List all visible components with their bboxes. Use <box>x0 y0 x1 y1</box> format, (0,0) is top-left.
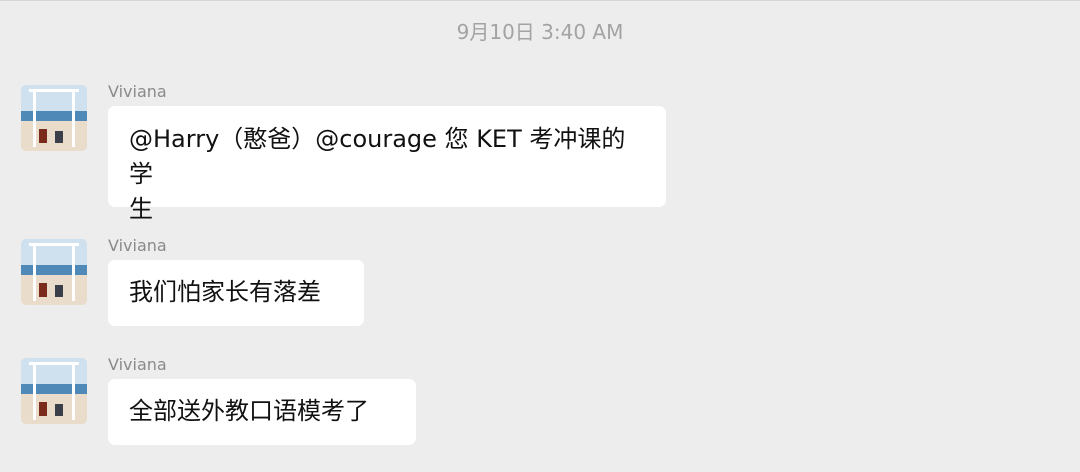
message-bubble[interactable]: @Harry（憨爸）@courage 您 KET 考冲课的学 生 <box>108 106 666 223</box>
beach-swing-avatar-icon <box>21 358 87 424</box>
message-text-line: 生 <box>129 195 153 223</box>
message-text-line: @Harry（憨爸）@courage 您 KET 考冲课的学 <box>129 125 626 188</box>
chat-timestamp: 9月10日 3:40 AM <box>456 20 624 44</box>
sender-avatar[interactable] <box>21 85 87 151</box>
top-divider <box>0 0 1080 1</box>
message-text: 全部送外教口语模考了 <box>129 397 369 425</box>
sender-avatar[interactable] <box>21 358 87 424</box>
sender-name: Viviana <box>108 355 167 374</box>
message-bubble[interactable]: 全部送外教口语模考了 <box>108 379 416 445</box>
sender-name: Viviana <box>108 82 167 101</box>
sender-name: Viviana <box>108 236 167 255</box>
sender-avatar[interactable] <box>21 239 87 305</box>
message-text: 我们怕家长有落差 <box>129 278 321 306</box>
beach-swing-avatar-icon <box>21 85 87 151</box>
beach-swing-avatar-icon <box>21 239 87 305</box>
message-bubble[interactable]: 我们怕家长有落差 <box>108 260 364 326</box>
